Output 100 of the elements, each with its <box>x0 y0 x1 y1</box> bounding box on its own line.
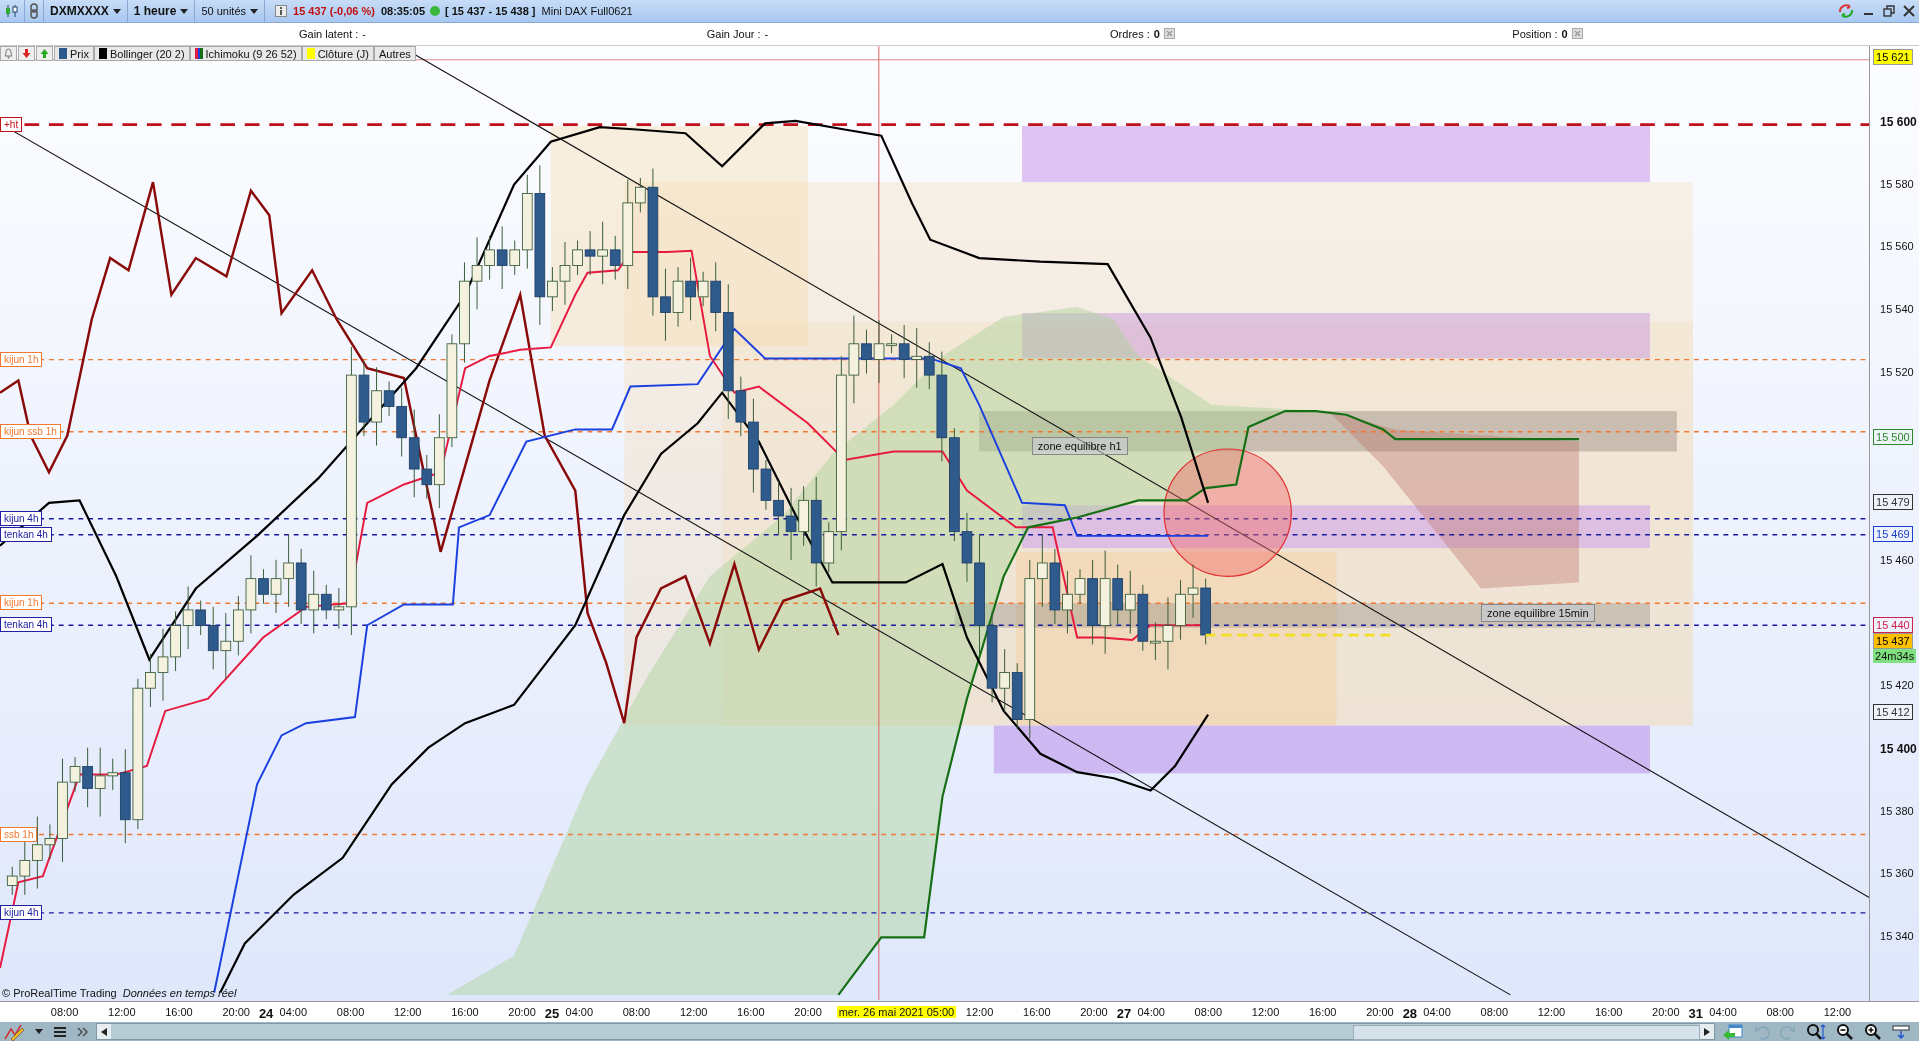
price-tick: 15 460 <box>1880 553 1914 566</box>
time-tick: 16:00 <box>1023 1006 1051 1018</box>
caret-icon[interactable] <box>32 1028 46 1035</box>
close-position-icon[interactable] <box>1571 27 1583 41</box>
price-marker: 15 500 <box>1873 428 1913 445</box>
time-tick: 08:00 <box>50 1006 79 1018</box>
summary-label: Ordres : <box>1110 28 1150 40</box>
bell-icon[interactable] <box>0 46 17 61</box>
level-label: +ht <box>0 116 23 132</box>
time-tick: 16:00 <box>737 1006 765 1018</box>
data-status: Données en temps réel <box>122 987 237 999</box>
indicator-tab[interactable]: Bollinger (20 2) <box>93 46 190 61</box>
price-tick: 15 340 <box>1880 930 1914 943</box>
time-tick: 20:00 <box>508 1006 536 1018</box>
price-tick: 15 580 <box>1880 177 1914 190</box>
price-tick: 15 380 <box>1880 804 1914 817</box>
candlestick <box>911 327 923 389</box>
indicator-swatch <box>194 48 203 59</box>
price-marker: 15 479 <box>1873 494 1913 511</box>
horizontal-scrollbar[interactable] <box>96 1023 1715 1040</box>
price-tick: 15 360 <box>1880 867 1914 880</box>
day-tick: 28 <box>1402 1006 1418 1021</box>
candlestick <box>1187 564 1199 619</box>
candlestick <box>1200 578 1211 645</box>
status-dot-icon <box>430 6 440 16</box>
candlestick <box>1175 579 1186 641</box>
arrow-down-icon[interactable] <box>18 46 35 61</box>
time-tick: 16:00 <box>1594 1006 1623 1018</box>
time-tick: 12:00 <box>108 1006 136 1018</box>
instrument-name: Mini DAX Full0621 <box>541 5 633 17</box>
day-tick: 24 <box>258 1006 274 1021</box>
time-tick: 12:00 <box>1537 1006 1566 1018</box>
summary-label: Gain Jour : <box>706 28 761 40</box>
time-tick: 04:00 <box>1709 1006 1737 1018</box>
summary-label: Gain latent : <box>299 28 359 40</box>
zone-label: zone equilibre 15min <box>1481 604 1595 623</box>
time-tick: 12:00 <box>679 1006 708 1018</box>
candlestick <box>672 266 684 328</box>
time-tick: 20:00 <box>1080 1006 1108 1018</box>
time-tick: 04:00 <box>565 1006 594 1018</box>
candlestick <box>1124 570 1136 634</box>
time-tick: 12:00 <box>1251 1006 1280 1018</box>
level-label: tenkan 4h <box>0 526 52 542</box>
time-tick: 08:00 <box>1480 1006 1509 1018</box>
bid-ask: [ 15 437 - 15 438 ] <box>445 5 536 17</box>
day-tick: 25 <box>544 1006 560 1021</box>
summary-value: - <box>362 28 366 40</box>
time-tick: 16:00 <box>451 1006 479 1018</box>
time-tick: 04:00 <box>279 1006 308 1018</box>
day-tick: 27 <box>1116 1006 1132 1021</box>
level-label: kijun ssb 1h <box>0 423 61 439</box>
quote-time: 08:35:05 <box>380 5 425 17</box>
price-tick: 15 520 <box>1880 365 1914 378</box>
arrow-up-icon[interactable] <box>36 46 53 61</box>
level-label: kijun 1h <box>0 595 43 611</box>
summary-value: - <box>764 28 769 40</box>
close-position-icon[interactable] <box>1163 27 1175 41</box>
summary-value: 0 <box>1561 28 1568 40</box>
caret-icon <box>250 8 259 14</box>
time-tick: 20:00 <box>222 1006 250 1018</box>
scroll-left-icon[interactable] <box>97 1024 111 1039</box>
time-tick: 20:00 <box>1366 1006 1394 1018</box>
time-tick: 08:00 <box>1766 1006 1794 1018</box>
candlestick <box>170 611 181 672</box>
indicator-tab[interactable]: Prix <box>54 46 94 61</box>
indicator-tab[interactable]: Autres <box>374 46 416 61</box>
price-tick: 15 420 <box>1880 679 1914 692</box>
time-tick: 12:00 <box>393 1006 422 1018</box>
time-tick: 16:00 <box>1308 1006 1337 1018</box>
price-marker: 15 412 <box>1873 704 1913 721</box>
caret-icon <box>112 8 121 14</box>
candlestick <box>233 595 244 656</box>
time-tick: 04:00 <box>1423 1006 1451 1018</box>
time-tick: 08:00 <box>336 1006 365 1018</box>
price-tick: 15 600 <box>1880 115 1917 129</box>
level-label: tenkan 4h <box>0 617 52 633</box>
scroll-thumb[interactable] <box>1353 1025 1700 1040</box>
more-options-icon[interactable] <box>1889 1023 1913 1040</box>
candlestick <box>773 481 784 536</box>
indicator-tab[interactable]: Ichimoku (9 26 52) <box>189 46 302 61</box>
time-tick: 20:00 <box>1652 1006 1680 1018</box>
crosshair-date-label: mer. 26 mai 2021 05:00 <box>836 1006 957 1018</box>
symbol-dropdown[interactable]: DXMXXXX <box>44 0 128 22</box>
candlestick <box>597 221 608 285</box>
timeframe-dropdown[interactable]: 1 heure <box>127 0 196 22</box>
scroll-right-icon[interactable] <box>1700 1024 1714 1039</box>
candlestick <box>220 612 232 680</box>
copyright-text: © ProRealTime Trading <box>2 987 117 999</box>
level-label: ssb 1h <box>0 826 38 842</box>
price-tick: 15 540 <box>1880 303 1914 316</box>
time-tick: 04:00 <box>1137 1006 1165 1018</box>
time-tick: 12:00 <box>1823 1006 1852 1018</box>
units-dropdown[interactable]: 50 unités <box>195 0 266 22</box>
indicator-tab[interactable]: Clôture (J) <box>301 46 374 61</box>
price-change: 15 437 (-0,06 %) <box>293 5 375 17</box>
time-tick: 08:00 <box>622 1006 651 1018</box>
price-marker: 15 621 <box>1873 49 1913 66</box>
price-marker: 15 469 <box>1873 525 1913 542</box>
price-tick: 15 560 <box>1880 240 1914 253</box>
time-tick: 12:00 <box>965 1006 994 1018</box>
